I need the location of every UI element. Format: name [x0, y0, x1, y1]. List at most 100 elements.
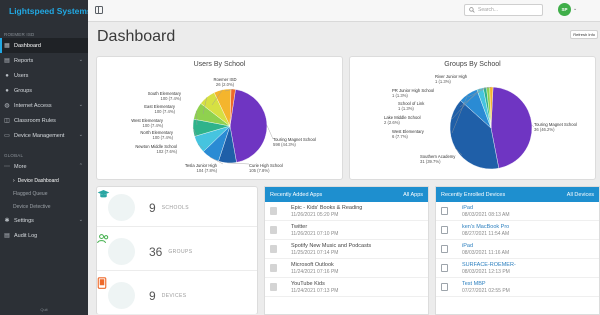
slice-value-label: 100 (7.4%) [153, 135, 174, 140]
groups-icon: ● [5, 87, 9, 94]
list-title: Recently Added Apps [270, 191, 323, 198]
laptop-icon [441, 226, 448, 234]
slice-value-label: 102 (7.6%) [157, 149, 178, 154]
users-icon: ● [5, 72, 9, 79]
sidebar-item-groups[interactable]: ● Groups [0, 83, 88, 98]
slice-value-label: 100 (7.4%) [155, 109, 176, 114]
all-apps-link[interactable]: All Apps [403, 192, 423, 198]
slice-value-label: 1 (1.3%) [435, 79, 451, 84]
avatar[interactable]: SP [558, 3, 571, 16]
sidebar-toggle-icon[interactable] [95, 6, 103, 14]
sidebar-footer[interactable]: Quit [0, 307, 88, 312]
sidebar-item-audit-log[interactable]: ▤ Audit Log [0, 228, 88, 243]
chevron-down-icon: ⌄ [78, 132, 83, 138]
list-item[interactable]: iPad 08/03/2021 11:16 AM [436, 240, 599, 259]
device-date: 07/27/2021 02:55 PM [462, 288, 510, 294]
stat-groups[interactable]: 36 GROUPS [97, 233, 257, 271]
app-icon [270, 245, 277, 253]
chevron-down-icon: ⌄ [78, 102, 83, 108]
slice-value-label: 6 (7.7%) [392, 134, 408, 139]
slice-value-label: 36 (46.2%) [534, 127, 555, 132]
app-date: 11/26/2021 07:10 PM [291, 231, 339, 237]
app-name: Microsoft Outlook [291, 262, 334, 268]
sidebar-item-internet-access[interactable]: ◍ Internet Access ⌄ [0, 98, 88, 113]
device-name: SURFACE-ROEMER- [462, 262, 516, 268]
tablet-icon [441, 245, 448, 253]
list-item[interactable]: Twitter 11/26/2021 07:10 PM [265, 221, 428, 240]
device-date: 08/03/2021 12:13 PM [462, 269, 510, 275]
stat-label: GROUPS [168, 248, 193, 255]
list-item[interactable]: YouTube Kids 11/24/2021 07:13 PM [265, 278, 428, 297]
sidebar-item-classroom-rules[interactable]: ◫ Classroom Rules [0, 113, 88, 128]
sidebar-item-reports[interactable]: ▤ Reports ⌄ [0, 53, 88, 68]
sidebar-subitem-label: Device Detective [13, 203, 51, 210]
org-label: ROEMER ISD [4, 32, 35, 37]
globe-icon: ◍ [4, 102, 10, 109]
sidebar-item-device-management[interactable]: ▭ Device Management ⌄ [0, 128, 88, 143]
recent-devices-header: Recently Enrolled Devices All Devices [436, 187, 599, 202]
device-name: iPad [462, 205, 474, 211]
device-name: ken's MacBook Pro [462, 224, 510, 230]
list-item[interactable]: Spotify New Music and Podcasts 11/25/202… [265, 240, 428, 259]
stat-value: 9 [149, 288, 156, 303]
graduation-cap-icon [97, 189, 135, 221]
sidebar: Lightspeed Systems® ROEMER ISD ▦ Dashboa… [0, 0, 98, 315]
list-item[interactable]: Epic - Kids' Books & Reading 11/26/2021 … [265, 202, 428, 221]
list-item[interactable]: iPad 08/03/2021 08:13 AM [436, 202, 599, 221]
app-name: YouTube Kids [291, 281, 325, 287]
slice-value-label: 104 (7.8%) [197, 168, 218, 173]
sidebar-subitem-device-detective[interactable]: Device Detective [0, 200, 88, 213]
app-date: 11/26/2021 05:20 PM [291, 212, 339, 218]
pie-slice[interactable] [490, 86, 533, 169]
app-name: Twitter [291, 224, 308, 230]
app-icon [270, 264, 277, 272]
pie-slice[interactable] [229, 89, 268, 163]
slice-value-label: 1 (1.3%) [392, 93, 408, 98]
groups-by-school-chart: Touring Magnet School36 (46.2%)Southern … [384, 74, 577, 170]
sidebar-subitem-device-dashboard[interactable]: › Device Dashboard [0, 174, 88, 187]
stat-label: SCHOOLS [161, 204, 189, 211]
chevron-down-icon[interactable]: ⌄ [573, 6, 577, 12]
sidebar-item-label: Audit Log [14, 232, 38, 239]
tablet-icon [97, 277, 135, 309]
sidebar-item-label: Internet Access [14, 102, 52, 109]
all-devices-link[interactable]: All Devices [567, 192, 594, 198]
slice-value-label: 100 (7.4%) [161, 96, 182, 101]
arrow-right-icon: › [13, 177, 15, 184]
search-icon [469, 7, 475, 13]
topbar: Search... SP ⌄ [88, 0, 600, 22]
device-date: 08/27/2021 11:54 AM [462, 231, 510, 237]
groups-by-school-card: Groups By School Touring Magnet School 36… [349, 56, 596, 180]
stat-devices[interactable]: 9 DEVICES [97, 277, 257, 315]
global-label: GLOBAL [4, 153, 24, 158]
list-item[interactable]: SURFACE-ROEMER- 08/03/2021 12:13 PM [436, 259, 599, 278]
classroom-icon: ◫ [4, 117, 10, 124]
list-item[interactable]: Test MBP 07/27/2021 02:55 PM [436, 278, 599, 297]
sidebar-item-users[interactable]: ● Users [0, 68, 88, 83]
stat-value: 36 [149, 244, 163, 259]
sidebar-subitem-flagged-queue[interactable]: Flagged Queue [0, 187, 88, 200]
app-name: Epic - Kids' Books & Reading [291, 205, 363, 211]
slice-value-label: 31 (39.7%) [420, 159, 441, 164]
sidebar-item-label: Groups [14, 87, 33, 94]
list-title: Recently Enrolled Devices [441, 191, 506, 198]
sidebar-subitem-label: Flagged Queue [13, 190, 48, 197]
app-date: 11/25/2021 07:14 PM [291, 250, 339, 256]
app-icon [270, 226, 277, 234]
sidebar-item-label: More [14, 163, 27, 170]
list-item[interactable]: ken's MacBook Pro 08/27/2021 11:54 AM [436, 221, 599, 240]
app-icon [270, 283, 277, 291]
stat-schools[interactable]: 9 SCHOOLS [97, 189, 257, 227]
logo[interactable]: Lightspeed Systems® [0, 0, 98, 22]
stat-label: DEVICES [161, 292, 187, 299]
search-input[interactable]: Search... [464, 4, 543, 16]
app-icon [270, 207, 277, 215]
page-title: Dashboard [97, 28, 176, 45]
sidebar-item-dashboard[interactable]: ▦ Dashboard [0, 38, 88, 53]
windows-icon [441, 264, 448, 272]
list-item[interactable]: Microsoft Outlook 11/24/2021 07:16 PM [265, 259, 428, 278]
refresh-button[interactable]: Refresh Info [570, 30, 598, 39]
sidebar-item-settings[interactable]: ✱ Settings ⌄ [0, 213, 88, 228]
chevron-down-icon: ⌄ [78, 217, 83, 223]
sidebar-item-more[interactable]: ⋯ More ⌃ [0, 159, 88, 174]
